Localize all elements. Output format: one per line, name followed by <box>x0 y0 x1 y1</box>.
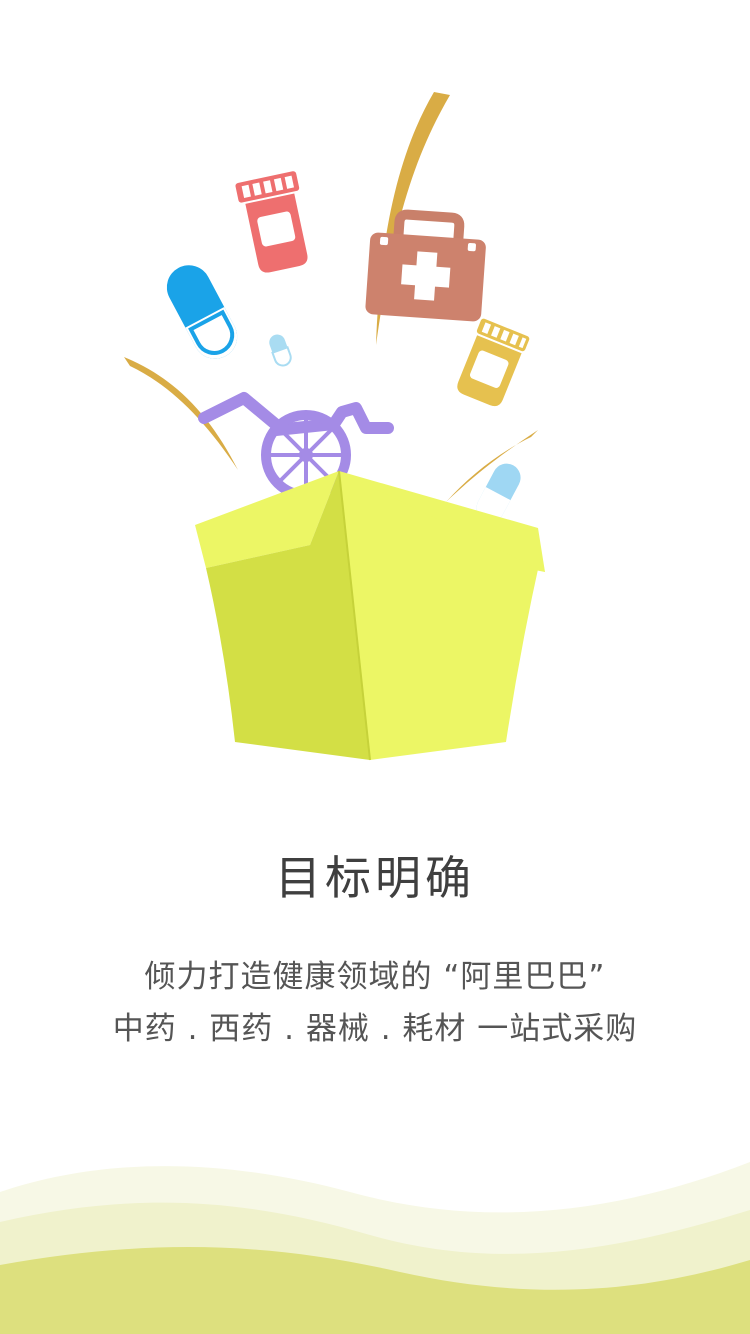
first-aid-kit-icon <box>365 209 486 322</box>
description-line-2: 中药 . 西药 . 器械 . 耗材 一站式采购 <box>112 1011 638 1047</box>
medicine-bottle-yellow-icon <box>457 318 530 407</box>
bottom-wave-decoration <box>0 1162 750 1334</box>
capsule-blue-icon <box>166 265 238 359</box>
onboarding-screen: 目标明确 倾力打造健康领域的 “阿里巴巴” 中药 . 西药 . 器械 . 耗材 … <box>0 0 750 1334</box>
medicine-bottle-red-icon <box>235 171 308 273</box>
medical-supplies-illustration <box>124 92 545 761</box>
description-line-1: 倾力打造健康领域的 “阿里巴巴” <box>144 959 606 995</box>
page-title: 目标明确 <box>275 851 475 905</box>
capsule-small-icon <box>269 334 292 367</box>
